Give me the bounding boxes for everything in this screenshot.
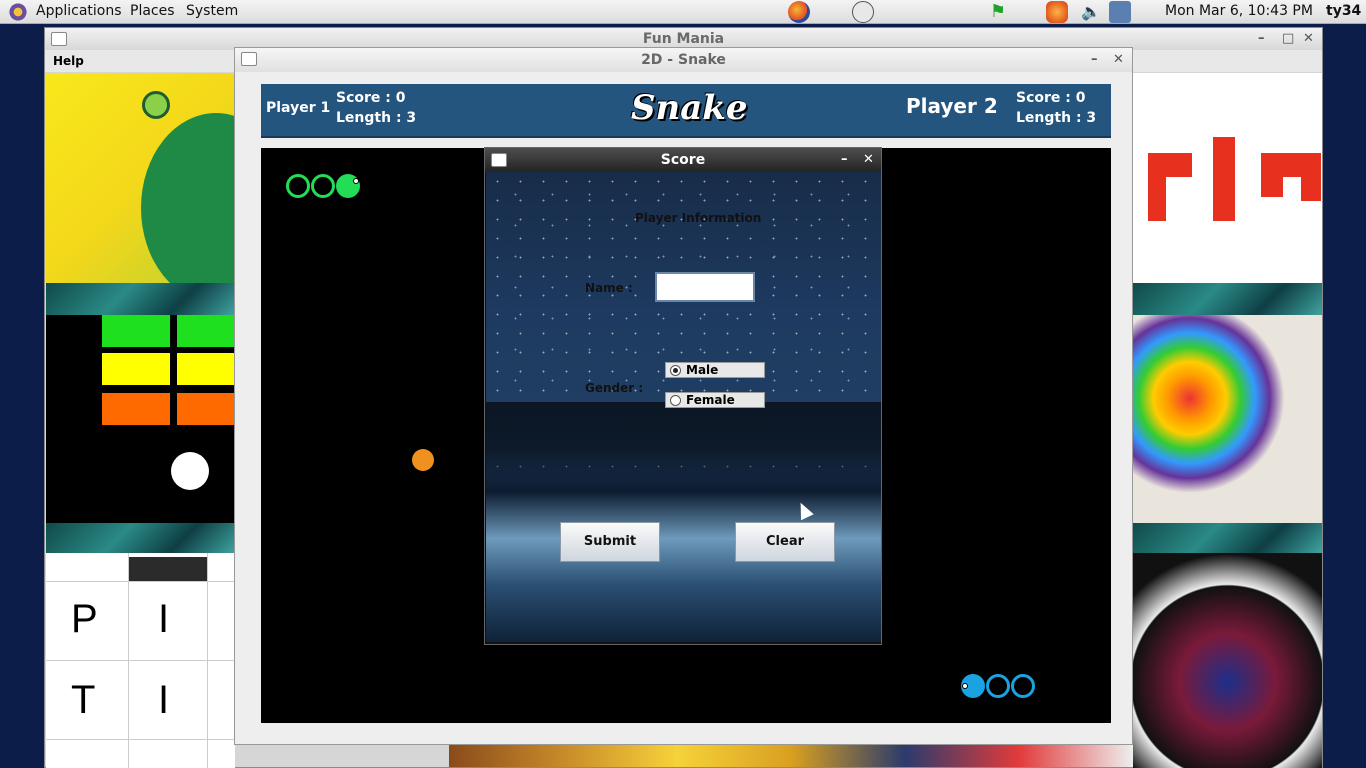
gnome-foot-icon[interactable] [8, 2, 28, 22]
teal-divider [1133, 523, 1322, 553]
letter-cell: P [71, 597, 98, 641]
clear-button[interactable]: Clear [735, 522, 835, 562]
snake-logo: Snake [631, 88, 748, 128]
player1-score: Score : 0 [336, 90, 406, 106]
snake-titlebar[interactable]: 2D - Snake – ✕ [235, 48, 1132, 72]
minimize-button[interactable]: – [841, 148, 848, 172]
minimize-button[interactable]: – [1258, 28, 1265, 50]
name-label: Name : [585, 281, 633, 295]
player2-score: Score : 0 [1016, 90, 1086, 106]
grass-silhouette [486, 402, 881, 482]
game-tile-breakout[interactable] [46, 315, 235, 523]
gender-option-label: Male [686, 363, 719, 377]
system-menu[interactable]: System [186, 3, 238, 19]
close-button[interactable]: ✕ [1303, 28, 1314, 50]
game-tile-yellow[interactable] [46, 73, 235, 283]
java-icon [51, 32, 67, 46]
radio-selected-icon [670, 365, 681, 376]
gender-female-radio[interactable]: Female [665, 392, 765, 408]
gender-male-radio[interactable]: Male [665, 362, 765, 378]
fun-mania-title: Fun Mania [642, 31, 725, 47]
player2-label: Player 2 [906, 94, 998, 118]
game-tile-tic-tac-toe[interactable]: P I T I [46, 553, 235, 768]
running-man-icon[interactable]: ⚑ [987, 1, 1009, 23]
letter-cell: I [158, 597, 170, 641]
tetris-block [1261, 153, 1321, 177]
places-menu[interactable]: Places [130, 3, 175, 19]
teal-divider [46, 283, 235, 315]
grid-cell-dark [129, 557, 207, 581]
brick [102, 315, 170, 347]
snake2-segment [1011, 674, 1035, 698]
snake-title: 2D - Snake [641, 52, 726, 68]
score-titlebar[interactable]: Score – ✕ [485, 148, 881, 172]
grid-line [46, 660, 235, 661]
snake2-head [961, 674, 985, 698]
player1-label: Player 1 [266, 100, 331, 116]
java-icon [241, 52, 257, 66]
help-menu[interactable]: Help [53, 54, 84, 68]
maximize-button[interactable]: □ [1282, 28, 1294, 50]
user-menu[interactable]: ty34 [1326, 3, 1361, 19]
gender-label: Gender : [585, 381, 644, 395]
volume-icon[interactable]: 🔈 [1080, 1, 1102, 23]
submit-button[interactable]: Submit [560, 522, 660, 562]
top-panel: Applications Places System ⚑ 🔈 Mon Mar 6… [0, 0, 1366, 24]
power-icon[interactable] [852, 1, 874, 23]
grid-line [46, 581, 235, 582]
eye-icon [962, 683, 968, 689]
game-tile-paint-splash[interactable] [1133, 553, 1322, 768]
player-info-heading: Player Information [635, 211, 762, 225]
teal-divider [46, 523, 235, 553]
snake1-segment [311, 174, 335, 198]
tetris-block [1301, 177, 1321, 201]
minimize-button[interactable]: – [1091, 48, 1098, 72]
gender-option-label: Female [686, 393, 735, 407]
score-dialog: Score – ✕ Player Information Name : Gend… [484, 147, 882, 645]
firefox-icon[interactable] [788, 1, 810, 23]
player1-length: Length : 3 [336, 110, 417, 126]
java-icon [491, 153, 507, 167]
green-blob-icon [141, 113, 235, 283]
grid-line [46, 739, 235, 740]
teal-divider [1133, 283, 1322, 315]
snake1-head [336, 174, 360, 198]
score-header: Player 1 Score : 0 Length : 3 Snake Play… [261, 84, 1111, 138]
score-title: Score [660, 152, 706, 168]
applications-menu[interactable]: Applications [36, 3, 122, 19]
tetris-block [1148, 153, 1192, 177]
brick [177, 315, 235, 347]
brick [102, 353, 170, 385]
letter-cell: T [71, 678, 96, 722]
radio-unselected-icon [670, 395, 681, 406]
ball [171, 452, 209, 490]
food [412, 449, 434, 471]
alert-icon[interactable] [1046, 1, 1068, 23]
game-tile-color-brain[interactable] [1133, 315, 1322, 523]
letter-cell: I [158, 678, 170, 722]
brick [177, 353, 235, 385]
brick [102, 393, 170, 425]
player2-length: Length : 3 [1016, 110, 1097, 126]
close-button[interactable]: ✕ [1113, 48, 1124, 72]
network-icon[interactable] [1109, 1, 1131, 23]
snake2-segment [986, 674, 1010, 698]
close-button[interactable]: ✕ [863, 148, 874, 172]
clock[interactable]: Mon Mar 6, 10:43 PM [1165, 3, 1313, 19]
game-tile-tetris[interactable] [1133, 73, 1322, 283]
eye-icon [353, 178, 359, 184]
name-input[interactable] [655, 272, 755, 302]
snake1-segment [286, 174, 310, 198]
bottom-thumbnail-strip [449, 745, 1133, 767]
tetris-block [1213, 137, 1235, 221]
sprout-icon [142, 91, 170, 119]
tetris-block [1261, 177, 1283, 197]
brick [177, 393, 235, 425]
